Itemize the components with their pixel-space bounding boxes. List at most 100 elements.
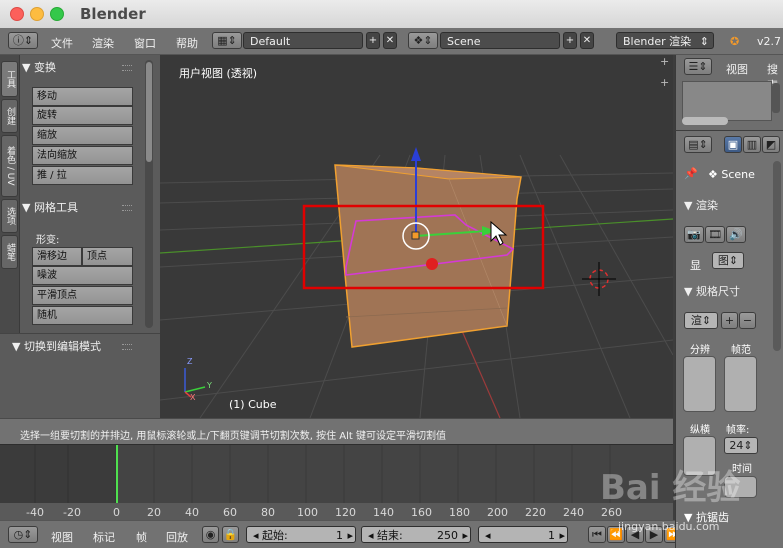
dimensions-panel-header[interactable]: ▼ 规格尺寸 (684, 283, 740, 299)
tool-shelf-scrollbar[interactable] (145, 60, 153, 328)
tab-tools[interactable]: 工具 (1, 61, 18, 97)
tab-options[interactable]: 选项 (1, 199, 18, 233)
smooth-vertex-button[interactable]: 平滑顶点 (32, 286, 133, 305)
screen-layout-field[interactable]: Default (243, 32, 363, 49)
render-preset-dropdown[interactable]: 渲⇕ (684, 312, 718, 329)
scene-selector[interactable]: ❖⇕ (408, 32, 438, 49)
current-frame-field[interactable]: ◂ 1 ▸ (478, 526, 568, 543)
display-label: 显 (690, 259, 701, 272)
outliner-mini-view[interactable] (682, 81, 772, 121)
view-label: 用户视图 (透视) (179, 67, 258, 80)
current-frame-value: 1 (548, 529, 555, 542)
editor-type-selector[interactable]: ⓘ⇕ (8, 32, 38, 49)
ruler-label: 180 (449, 506, 470, 519)
outliner-scrollbar[interactable] (772, 83, 780, 113)
render-engine-dropdown[interactable]: Blender 渲染 ⇕ (616, 32, 714, 49)
render-audio-icon[interactable]: 🔊 (726, 226, 746, 243)
object-label: (1) Cube (229, 398, 277, 411)
ruler-label: 100 (297, 506, 318, 519)
start-frame-field[interactable]: ◂ 起始: 1 ▸ (246, 526, 356, 543)
edge-slide-button[interactable]: 滑移边 (32, 247, 82, 266)
add-scene-icon[interactable]: + (563, 32, 577, 49)
add-screen-icon[interactable]: + (366, 32, 380, 49)
render-tab-icon[interactable]: ▣ (724, 136, 742, 153)
watermark-logo: Bai 经验 (600, 468, 741, 508)
menu-window[interactable]: 窗口 (134, 35, 156, 51)
timeline-menu-frame[interactable]: 帧 (136, 529, 147, 545)
timeline-menu-playback[interactable]: 回放 (166, 529, 188, 545)
increment-arrow-icon: ▸ (462, 529, 468, 542)
edit-mode-panel-title: 切换到编辑模式 (23, 340, 101, 353)
randomize-button[interactable]: 随机 (32, 306, 133, 325)
ruler-label: 220 (525, 506, 546, 519)
outliner[interactable]: ☰⇕ 视图 搜索 (675, 55, 783, 130)
scale-button[interactable]: 缩放 (32, 126, 133, 145)
zoom-window-button[interactable] (50, 7, 64, 21)
properties-toggle-icon[interactable]: + (660, 77, 672, 89)
3d-viewport[interactable]: 用户视图 (透视) Z Y X (1) Cube + + (160, 55, 673, 418)
outliner-hscroll-thumb[interactable] (682, 117, 728, 125)
move-button[interactable]: 移动 (32, 87, 133, 106)
minimize-window-button[interactable] (30, 7, 44, 21)
properties-editor-type[interactable]: ▤⇕ (684, 136, 712, 153)
render-animation-icon[interactable]: 🎞 (705, 226, 725, 243)
panel-drag-grip-icon[interactable] (122, 65, 132, 71)
tab-create[interactable]: 创建 (1, 99, 18, 133)
lock-icon[interactable]: 🔒 (222, 526, 239, 543)
viewport-corner-plus-icon[interactable]: + (660, 56, 672, 68)
dimensions-panel-title: 规格尺寸 (695, 285, 740, 298)
remove-preset-icon[interactable]: − (739, 312, 756, 329)
display-value: 图 (717, 254, 729, 267)
end-frame-value: 250 (437, 529, 458, 542)
push-pull-button[interactable]: 推 / 拉 (32, 166, 133, 185)
display-dropdown[interactable]: 图⇕ (712, 252, 744, 269)
render-layers-tab-icon[interactable]: ▥ (743, 136, 761, 153)
close-window-button[interactable] (10, 7, 24, 21)
tab-shading-uv[interactable]: 着色 / UV (1, 135, 18, 197)
remove-scene-icon[interactable]: ✕ (580, 32, 594, 49)
timeline-menu-view[interactable]: 视图 (51, 529, 73, 545)
pin-icon[interactable]: 📌 (684, 167, 698, 180)
resolution-fields[interactable] (683, 356, 716, 412)
ruler-label: 240 (563, 506, 584, 519)
add-preset-icon[interactable]: + (721, 312, 738, 329)
panel-drag-grip-icon[interactable] (122, 344, 132, 350)
scene-tab-icon[interactable]: ◩ (762, 136, 780, 153)
start-frame-value: 1 (336, 529, 343, 542)
menu-help[interactable]: 帮助 (176, 35, 198, 51)
transform-panel-header[interactable]: ▼ 变换 (22, 59, 56, 75)
ruler-label: 40 (185, 506, 199, 519)
panel-drag-grip-icon[interactable] (122, 205, 132, 211)
axis-label-z: Z (187, 357, 193, 366)
noise-button[interactable]: 噪波 (32, 266, 133, 285)
render-panel-header[interactable]: ▼ 渲染 (684, 197, 718, 213)
scene-breadcrumb: ❖ Scene (708, 168, 755, 181)
ruler-label: 160 (411, 506, 432, 519)
outliner-editor-type[interactable]: ☰⇕ (684, 58, 712, 75)
timeline-menu-marker[interactable]: 标记 (93, 529, 115, 545)
outliner-menu-view[interactable]: 视图 (726, 61, 748, 77)
jump-to-start-icon[interactable]: ⏮ (588, 526, 606, 543)
remove-screen-icon[interactable]: ✕ (383, 32, 397, 49)
menu-file[interactable]: 文件 (51, 35, 73, 51)
edit-mode-panel-header[interactable]: ▼ 切换到编辑模式 (12, 338, 101, 354)
properties-scrollbar[interactable] (773, 161, 781, 351)
deform-label: 形变: (36, 235, 60, 246)
vertex-slide-button[interactable]: 顶点 (82, 247, 133, 266)
scene-field[interactable]: Scene (440, 32, 560, 49)
render-image-icon[interactable]: 📷 (684, 226, 704, 243)
screen-layout-selector[interactable]: ▦⇕ (212, 32, 242, 49)
fps-dropdown[interactable]: 24⇕ (724, 437, 758, 454)
rotate-button[interactable]: 旋转 (32, 106, 133, 125)
shrink-fatten-button[interactable]: 法向缩放 (32, 146, 133, 165)
mesh-tools-panel-header[interactable]: ▼ 网格工具 (22, 199, 78, 215)
timeline-editor-type[interactable]: ◷⇕ (8, 526, 38, 543)
record-keyframe-icon[interactable]: ◉ (202, 526, 219, 543)
frame-range-fields[interactable] (724, 356, 757, 412)
timeline-area[interactable]: -40 -20 0 20 40 60 80 100 120 140 160 18… (0, 444, 673, 521)
start-frame-label: 起始: (262, 529, 288, 542)
scrollbar-thumb[interactable] (146, 62, 152, 162)
tab-grease-pencil[interactable]: 蜡笔 (1, 235, 18, 269)
end-frame-field[interactable]: ◂ 结束: 250 ▸ (361, 526, 471, 543)
menu-render[interactable]: 渲染 (92, 35, 114, 51)
